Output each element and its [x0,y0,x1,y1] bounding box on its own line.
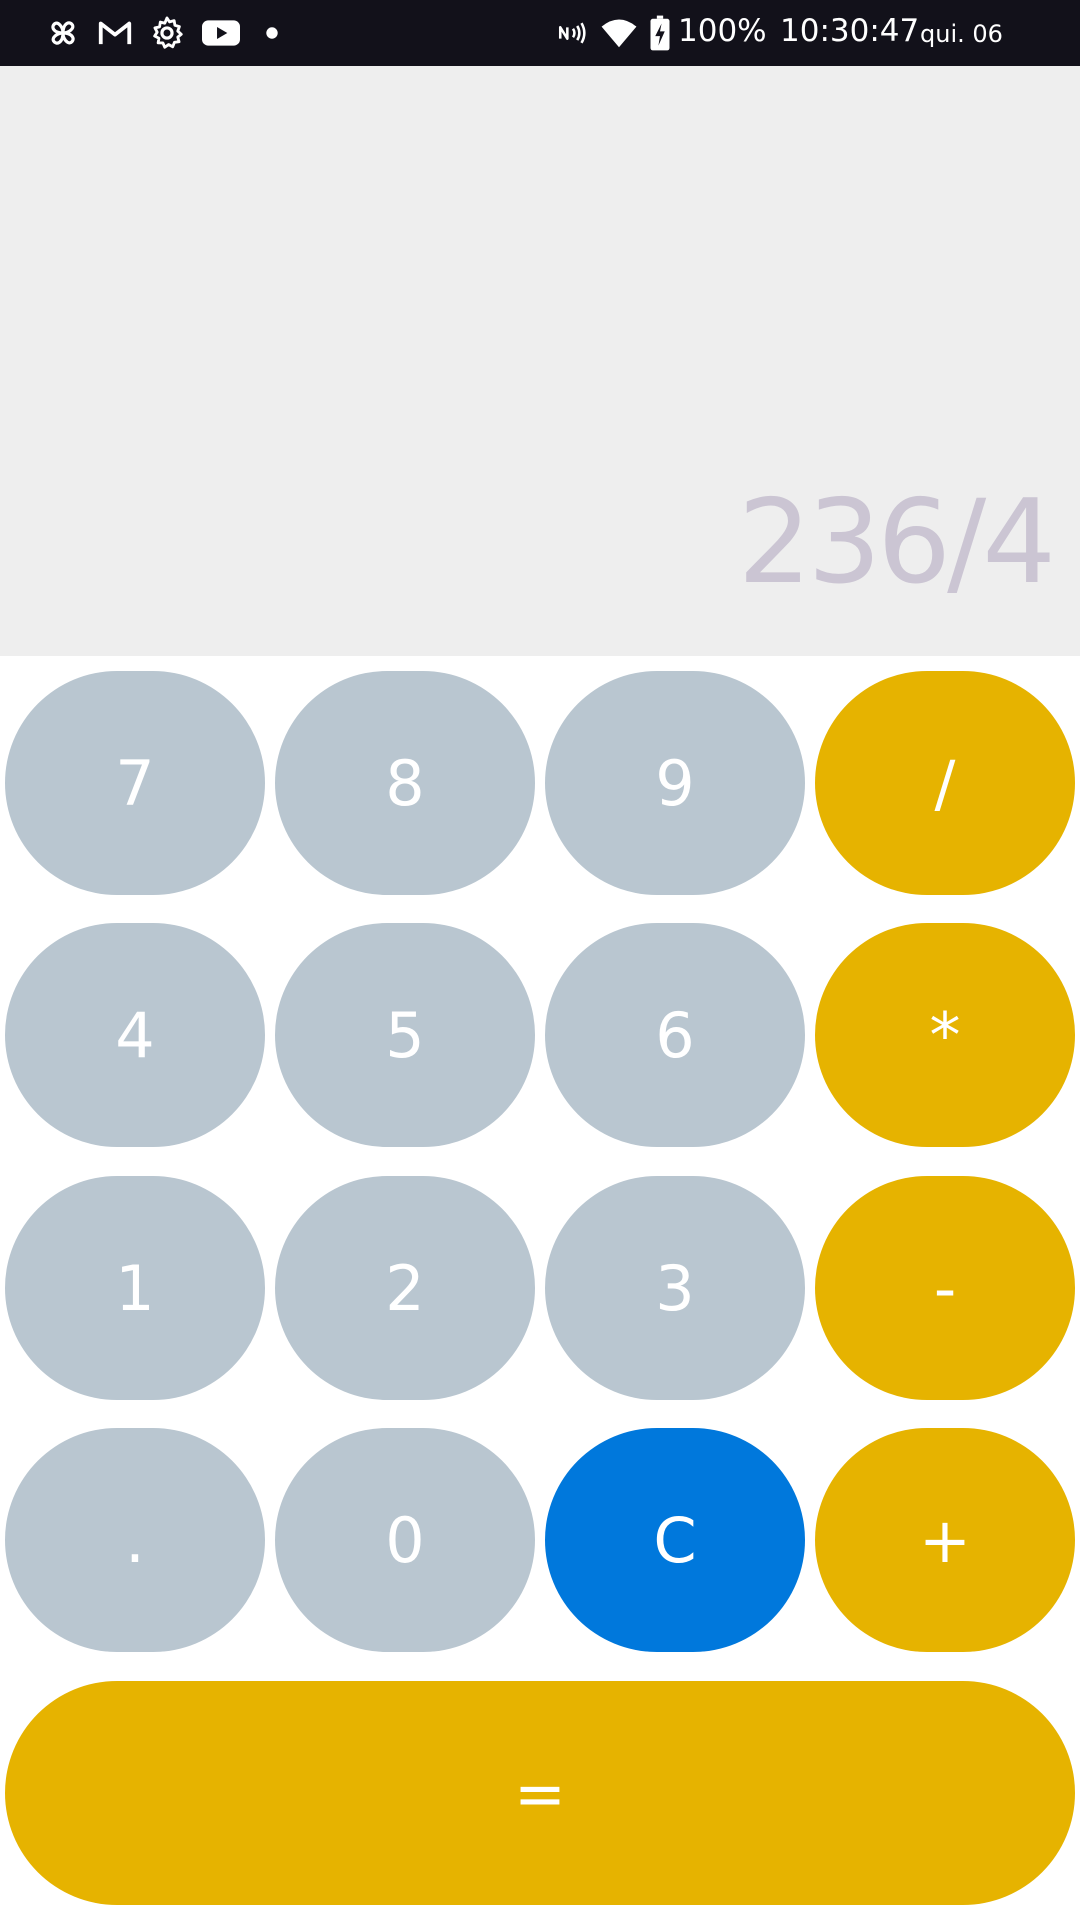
key-label: 8 [385,746,425,820]
expression-text: 236/4 [737,475,1056,610]
add-button[interactable]: + [815,1428,1075,1652]
key-6-button[interactable]: 6 [545,923,805,1147]
key-label: . [125,1503,145,1577]
decimal-point-button[interactable]: . [5,1428,265,1652]
key-label: 9 [655,746,695,820]
key-0-button[interactable]: 0 [275,1428,535,1652]
key-label: 4 [115,998,155,1072]
key-label: * [929,998,961,1072]
key-label: + [919,1503,971,1577]
key-7-button[interactable]: 7 [5,671,265,895]
youtube-icon [202,20,240,46]
key-label: / [934,746,956,820]
key-label: 2 [385,1251,425,1325]
key-2-button[interactable]: 2 [275,1176,535,1400]
multiply-button[interactable]: * [815,923,1075,1147]
equals-button[interactable]: = [5,1681,1075,1905]
gmail-icon [98,21,132,45]
key-1-button[interactable]: 1 [5,1176,265,1400]
battery-percent: 100% [678,13,767,49]
key-label: 3 [655,1251,695,1325]
key-label: 1 [115,1251,155,1325]
clock-date: qui. 06 [920,20,1003,48]
status-bar: 100% 10:30:47 qui. 06 [0,0,1080,66]
settings-icon [153,16,183,49]
divide-button[interactable]: / [815,671,1075,895]
clear-button[interactable]: C [545,1428,805,1652]
clock-time: 10:30:47 [780,13,920,49]
subtract-button[interactable]: - [815,1176,1075,1400]
dot-icon [266,27,278,39]
wifi-icon [601,19,637,48]
key-9-button[interactable]: 9 [545,671,805,895]
key-5-button[interactable]: 5 [275,923,535,1147]
key-label: = [514,1756,566,1830]
key-label: - [933,1251,957,1325]
key-label: C [653,1503,697,1577]
pinwheel-icon [51,21,75,45]
key-8-button[interactable]: 8 [275,671,535,895]
key-label: 7 [115,746,155,820]
key-4-button[interactable]: 4 [5,923,265,1147]
nfc-icon [558,22,586,44]
calculator-display: 236/4 [0,66,1080,656]
battery-charging-icon [650,15,670,51]
key-label: 6 [655,998,695,1072]
key-label: 5 [385,998,425,1072]
key-label: 0 [385,1503,425,1577]
key-3-button[interactable]: 3 [545,1176,805,1400]
